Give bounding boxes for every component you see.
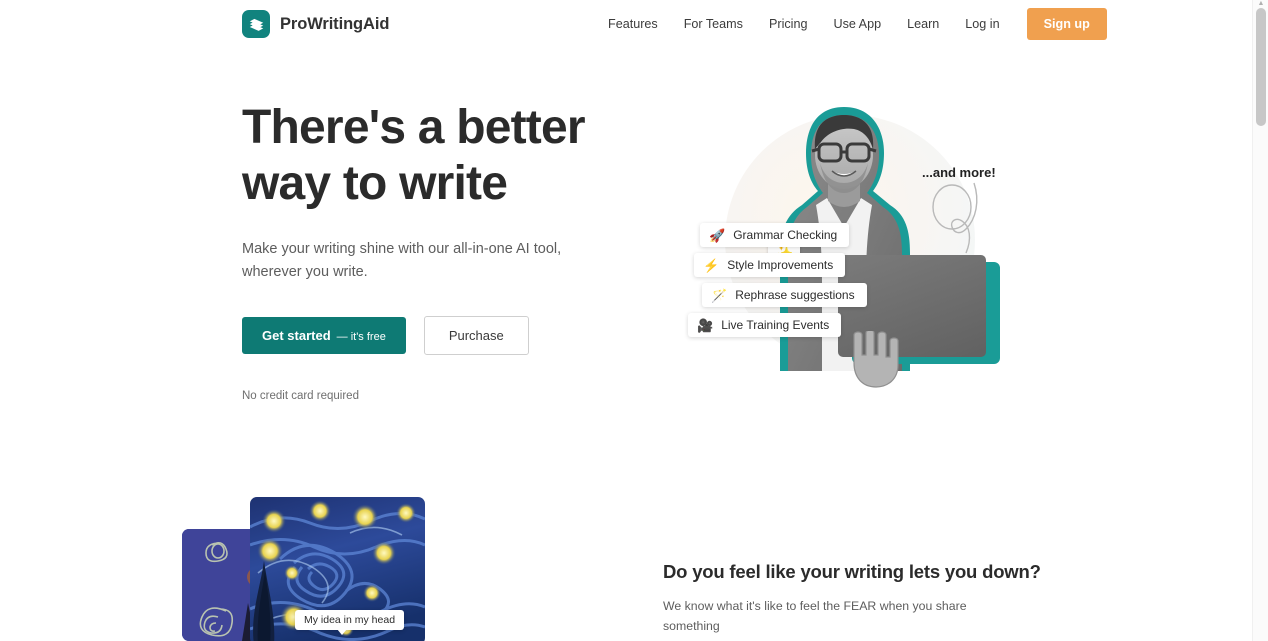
and-more-label: ...and more! bbox=[922, 165, 996, 180]
hand-illustration bbox=[853, 331, 899, 388]
page-viewport: ProWritingAid Features For Teams Pricing… bbox=[0, 0, 1252, 641]
feature-chip-label: Live Training Events bbox=[721, 318, 830, 332]
nav-link-for-teams[interactable]: For Teams bbox=[671, 0, 756, 48]
scrollbar-up-arrow-icon[interactable]: ▲ bbox=[1257, 0, 1265, 7]
hero-subtitle: Make your writing shine with our all-in-… bbox=[242, 241, 562, 280]
hero-text-block: There's a better way to write Make your … bbox=[242, 100, 642, 402]
nav-link-use-app[interactable]: Use App bbox=[820, 0, 894, 48]
feature-chip-label: Style Improvements bbox=[727, 258, 834, 272]
video-camera-icon: 🎥 bbox=[697, 317, 714, 333]
feature-chip: 🎥 Live Training Events bbox=[688, 313, 842, 337]
magic-wand-icon: 🪄 bbox=[711, 287, 728, 303]
sign-up-button[interactable]: Sign up bbox=[1026, 8, 1107, 40]
no-credit-card-note: No credit card required bbox=[242, 390, 359, 402]
feature-chip-label: Grammar Checking bbox=[733, 228, 838, 242]
brand-name: ProWritingAid bbox=[280, 14, 390, 33]
feature-chip: 🚀 Grammar Checking bbox=[700, 223, 850, 247]
page-root: ProWritingAid Features For Teams Pricing… bbox=[0, 0, 1268, 641]
get-started-label: Get started bbox=[262, 328, 331, 343]
get-started-button[interactable]: Get started — it's free bbox=[242, 317, 406, 354]
get-started-sublabel: — it's free bbox=[336, 331, 386, 343]
page-scrollbar[interactable]: ▲ bbox=[1252, 0, 1268, 641]
starry-night-caption: My idea in my head bbox=[295, 610, 405, 635]
purchase-button[interactable]: Purchase bbox=[423, 316, 529, 355]
rocket-icon: 🚀 bbox=[709, 227, 726, 243]
nav-link-features[interactable]: Features bbox=[595, 0, 671, 48]
feature-chip-list: 🚀 Grammar Checking ⚡ Style Improvements … bbox=[688, 223, 867, 337]
lightning-icon: ⚡ bbox=[703, 257, 720, 273]
site-header: ProWritingAid Features For Teams Pricing… bbox=[0, 0, 1252, 48]
nav-link-learn[interactable]: Learn bbox=[894, 0, 952, 48]
page-title: There's a better way to write bbox=[242, 101, 586, 210]
scrollbar-thumb[interactable] bbox=[1256, 8, 1266, 126]
feature-chip-label: Rephrase suggestions bbox=[735, 288, 855, 302]
nav-link-pricing[interactable]: Pricing bbox=[756, 0, 821, 48]
primary-nav: Features For Teams Pricing Use App Learn… bbox=[595, 0, 1107, 48]
section2-image-group: My idea in my head bbox=[250, 497, 630, 641]
hero-cta-group: Get started — it's free Purchase bbox=[242, 316, 642, 355]
section2-heading: Do you feel like your writing lets you d… bbox=[663, 561, 1041, 582]
hero-illustration: ✨ ...and more! 🚀 Grammar Checking ⚡ Styl… bbox=[660, 95, 1020, 395]
brand-logo-link[interactable]: ProWritingAid bbox=[242, 10, 389, 38]
book-check-icon bbox=[242, 10, 270, 38]
section2-body: We know what it's like to feel the FEAR … bbox=[663, 599, 1004, 641]
feature-chip: ⚡ Style Improvements bbox=[694, 253, 846, 277]
balloon-doodle-icon bbox=[932, 182, 978, 254]
feature-chip: 🪄 Rephrase suggestions bbox=[702, 283, 867, 307]
section2-text-block: Do you feel like your writing lets you d… bbox=[663, 561, 1041, 641]
nav-link-log-in[interactable]: Log in bbox=[952, 0, 1012, 48]
